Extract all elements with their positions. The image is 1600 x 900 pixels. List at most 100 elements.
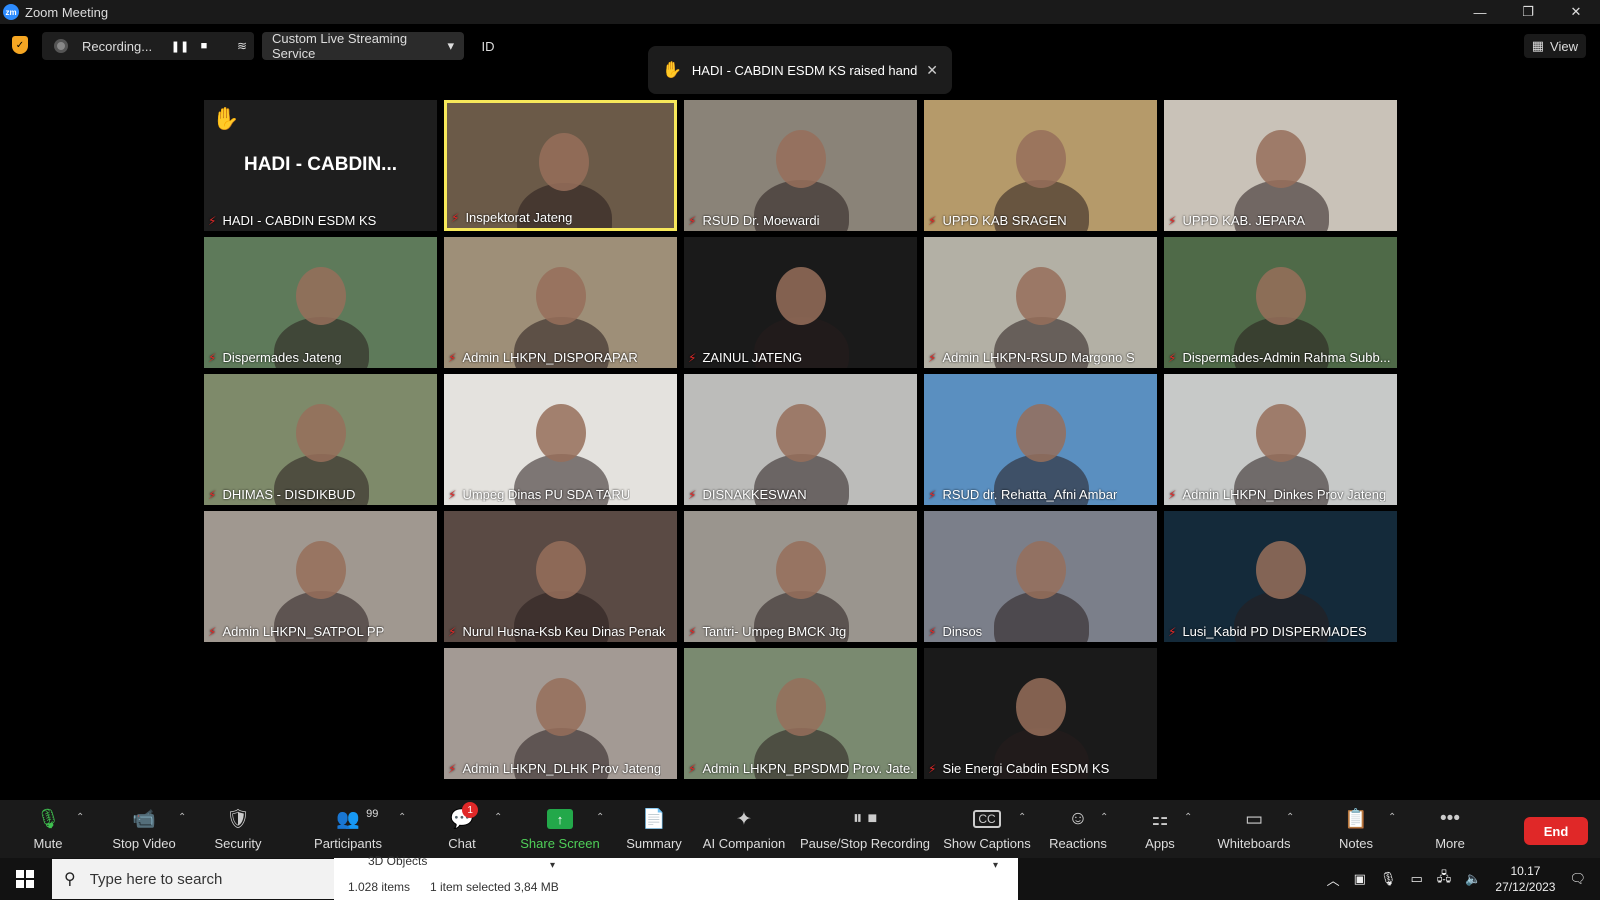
participant-name: Admin LHKPN_Dinkes Prov Jateng	[1182, 487, 1387, 502]
participant-video-tile[interactable]: ⚡ Dinsos	[924, 511, 1157, 642]
participant-head	[776, 404, 826, 462]
participant-video-tile[interactable]: ⚡ Admin LHKPN_DISPORAPAR	[444, 237, 677, 368]
mic-muted-icon: ⚡	[448, 350, 457, 365]
volume-icon[interactable]: 🔈	[1465, 871, 1481, 887]
participant-video-tile[interactable]: ⚡ DHIMAS - DISDIKBUD	[204, 374, 437, 505]
participant-video-tile[interactable]: ⚡ ZAINUL JATENG	[684, 237, 917, 368]
minimize-button[interactable]: —	[1456, 0, 1504, 24]
whiteboards-caret-icon[interactable]: ⌃	[1286, 812, 1294, 823]
participant-name: Tantri- Umpeg BMCK Jtg	[702, 624, 847, 639]
participant-name-label: ⚡ Lusi_Kabid PD DISPERMADES	[1168, 624, 1367, 639]
participant-head	[776, 267, 826, 325]
mic-muted-icon: ⚡	[688, 624, 697, 639]
participant-head	[536, 541, 586, 599]
participant-name-label: ⚡ DHIMAS - DISDIKBUD	[208, 487, 355, 502]
participant-video-tile[interactable]: ⚡ Nurul Husna-Ksb Keu Dinas Penak	[444, 511, 677, 642]
clock-time: 10.17	[1510, 864, 1541, 878]
participant-name-label: ⚡ ZAINUL JATENG	[688, 350, 802, 365]
microphone-tray-icon[interactable]: 🎙	[1380, 871, 1397, 887]
captions-caret-icon[interactable]: ⌃	[1018, 812, 1026, 823]
network-icon[interactable]: 🖧	[1437, 868, 1452, 890]
participants-caret-icon[interactable]: ⌃	[398, 812, 406, 823]
start-button[interactable]	[0, 858, 50, 900]
participant-name-label: ⚡ HADI - CABDIN ESDM KS	[208, 213, 376, 228]
participant-video-tile[interactable]: ⚡ Sie Energi Cabdin ESDM KS	[924, 648, 1157, 779]
recording-label: Recording...	[82, 38, 153, 54]
live-stream-icon[interactable]: ≋	[230, 32, 254, 60]
apps-caret-icon[interactable]: ⌃	[1184, 812, 1192, 823]
participant-video-tile[interactable]: ⚡ Admin LHKPN_SATPOL PP	[204, 511, 437, 642]
chevron-up-icon[interactable]: ︿	[1327, 870, 1340, 889]
participant-name-label: ⚡ UPPD KAB SRAGEN	[928, 213, 1067, 228]
more-button[interactable]: ••• More	[1402, 804, 1498, 856]
mic-muted-icon: ⚡	[208, 487, 217, 502]
security-button[interactable]: 🛡 Security	[190, 804, 286, 856]
pause-recording-button[interactable]: ❚❚	[168, 34, 192, 58]
mic-muted-icon: ⚡	[208, 350, 217, 365]
participant-video-tile[interactable]: ⚡ Admin LHKPN_DLHK Prov Jateng	[444, 648, 677, 779]
share-options-caret-icon[interactable]: ⌃	[596, 812, 604, 823]
mic-muted-icon: ⚡	[451, 210, 460, 225]
chevron-down-icon: ▾	[447, 38, 454, 53]
reactions-caret-icon[interactable]: ⌃	[1100, 812, 1108, 823]
meeting-id-button[interactable]: ID	[472, 32, 504, 60]
video-options-caret-icon[interactable]: ⌃	[178, 812, 186, 823]
view-button[interactable]: ▦ View	[1523, 34, 1586, 58]
participant-video-tile[interactable]: ⚡ Tantri- Umpeg BMCK Jtg	[684, 511, 917, 642]
share-screen-button[interactable]: ↑ Share Screen	[512, 804, 608, 856]
participant-video-tile[interactable]: ⚡ UPPD KAB SRAGEN	[924, 100, 1157, 231]
ai-companion-button[interactable]: ✦ AI Companion	[696, 804, 792, 856]
taskbar-clock[interactable]: 10.17 27/12/2023	[1495, 863, 1555, 895]
reactions-smiley-icon: ☺	[1068, 808, 1088, 829]
participants-icon: 👥 99	[336, 808, 379, 830]
participant-name-label: ⚡ Admin LHKPN_DLHK Prov Jateng	[448, 761, 661, 776]
participant-video-tile[interactable]: ⚡ Lusi_Kabid PD DISPERMADES	[1164, 511, 1397, 642]
participant-video-tile[interactable]: ⚡ Umpeg Dinas PU SDA TARU	[444, 374, 677, 505]
participant-video-tile[interactable]: ⚡ Dispermades Jateng	[204, 237, 437, 368]
apps-icon: ⚏	[1151, 808, 1169, 830]
summary-button[interactable]: 📄 Summary	[606, 804, 702, 856]
participant-video-tile[interactable]: ⚡ Dispermades-Admin Rahma Subb...	[1164, 237, 1397, 368]
close-window-button[interactable]: ✕	[1552, 0, 1600, 24]
participant-name-label: ⚡ Dispermades Jateng	[208, 350, 342, 365]
participant-video-tile[interactable]: ⚡ Admin LHKPN_Dinkes Prov Jateng	[1164, 374, 1397, 505]
participants-button[interactable]: 👥 99 Participants	[300, 804, 396, 856]
mic-muted-icon: ⚡	[928, 350, 937, 365]
participant-name-label: ⚡ Admin LHKPN_DISPORAPAR	[448, 350, 638, 365]
participant-name: Admin LHKPN_SATPOL PP	[222, 624, 385, 639]
participant-video-tile[interactable]: ⚡ Admin LHKPN_BPSDMD Prov. Jate...	[684, 648, 917, 779]
file-explorer-window-strip: 3D Objects ▾ ▾ 1.028 items 1 item select…	[334, 854, 1018, 900]
participant-name-label: ⚡ Admin LHKPN_BPSDMD Prov. Jate...	[688, 761, 913, 776]
participant-video-tile[interactable]: ⚡ UPPD KAB. JEPARA	[1164, 100, 1397, 231]
participant-name-label: ⚡ DISNAKKESWAN	[688, 487, 807, 502]
participant-video-tile[interactable]: ⚡ Inspektorat Jateng	[444, 100, 677, 231]
participant-video-tile[interactable]: ⚡ RSUD Dr. Moewardi	[684, 100, 917, 231]
device-icon[interactable]: ▣	[1354, 871, 1366, 887]
pause-stop-recording-button[interactable]: ⏸ ⏹ Pause/Stop Recording	[800, 804, 930, 856]
chevron-down-icon[interactable]: ▾	[550, 860, 555, 871]
audio-options-caret-icon[interactable]: ⌃	[76, 812, 84, 823]
chevron-down-icon[interactable]: ▾	[993, 860, 998, 871]
taskbar-search-input[interactable]: ⚲ Type here to search	[52, 859, 334, 899]
encryption-shield-icon[interactable]: ✓	[12, 36, 28, 54]
participant-video-tile[interactable]: ✋ HADI - CABDIN... ⚡ HADI - CABDIN ESDM KS	[204, 100, 437, 231]
close-notification-icon[interactable]: ✕	[926, 62, 938, 79]
pause-stop-icon: ⏸ ⏹	[852, 808, 878, 829]
window-controls: — ❐ ✕	[1456, 0, 1600, 24]
chat-caret-icon[interactable]: ⌃	[494, 812, 502, 823]
system-tray: ︿ ▣ 🎙 ▭ 🖧 🔈 10.17 27/12/2023 🗨	[1327, 858, 1600, 900]
participant-video-tile[interactable]: ⚡ DISNAKKESWAN	[684, 374, 917, 505]
live-streaming-service-dropdown[interactable]: Custom Live Streaming Service ▾	[262, 31, 464, 61]
participant-video-tile[interactable]: ⚡ Admin LHKPN-RSUD Margono S	[924, 237, 1157, 368]
restore-button[interactable]: ❐	[1504, 0, 1552, 24]
stop-recording-button[interactable]: ■	[192, 34, 216, 58]
notifications-icon[interactable]: 🗨	[1569, 871, 1586, 887]
battery-icon[interactable]: ▭	[1410, 871, 1422, 887]
notes-caret-icon[interactable]: ⌃	[1388, 812, 1396, 823]
apps-button[interactable]: ⚏ Apps	[1112, 804, 1208, 856]
end-meeting-button[interactable]: End	[1524, 817, 1588, 845]
mic-muted-icon: ⚡	[1168, 350, 1177, 365]
participant-head	[1016, 678, 1066, 736]
participant-name: DISNAKKESWAN	[702, 487, 807, 502]
participant-video-tile[interactable]: ⚡ RSUD dr. Rehatta_Afni Ambar	[924, 374, 1157, 505]
